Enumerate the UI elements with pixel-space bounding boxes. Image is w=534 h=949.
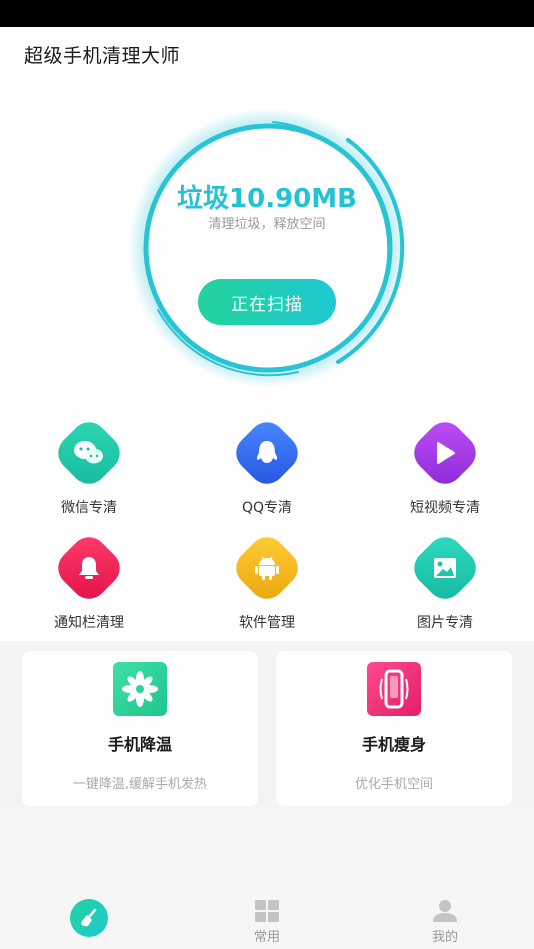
qq-penguin-icon [256, 441, 278, 463]
app-header: 超级手机清理大师 [0, 27, 534, 79]
play-icon [437, 442, 455, 464]
feature-label: 短视频专清 [410, 500, 480, 516]
tab-clean[interactable] [0, 885, 178, 949]
tab-label: 常用 [253, 930, 280, 945]
feature-label: 图片专清 [417, 615, 473, 631]
feature-icon-bg [228, 414, 306, 492]
tab-common[interactable]: 常用 [178, 885, 356, 949]
feature-icon-bg [406, 529, 484, 607]
bell-icon [79, 557, 99, 579]
junk-subtitle: 清理垃圾，释放空间 [208, 217, 326, 232]
feature-wechat[interactable]: 微信专清 [0, 414, 178, 530]
feature-label: QQ专清 [241, 500, 293, 516]
tab-mine[interactable]: 我的 [356, 885, 534, 949]
feature-icon-bg [50, 414, 128, 492]
wechat-icon [74, 441, 103, 464]
feature-icon-bg [406, 414, 484, 492]
feature-grid: 微信专清 QQ专清 短视频专清 通知栏清理 软件管理 图片专清 [0, 414, 534, 640]
snowflake-icon [122, 671, 158, 707]
phone-slim-icon [379, 669, 409, 709]
tab-icon-bg [70, 899, 108, 937]
card-phone-slim[interactable]: 手机瘦身 优化手机空间 [276, 651, 512, 806]
card-icon-bg [113, 662, 167, 716]
feature-label: 软件管理 [239, 615, 295, 631]
feature-qq[interactable]: QQ专清 [178, 414, 356, 530]
scan-ring-graphic [128, 110, 408, 388]
feature-app-manager[interactable]: 软件管理 [178, 529, 356, 645]
feature-icon-bg [50, 529, 128, 607]
card-phone-cooling[interactable]: 手机降温 一键降温,缓解手机发热 [22, 651, 258, 806]
user-icon [433, 900, 457, 922]
feature-label: 通知栏清理 [54, 615, 124, 631]
feature-short-video[interactable]: 短视频专清 [356, 414, 534, 530]
card-description: 优化手机空间 [354, 777, 433, 792]
card-title: 手机瘦身 [361, 735, 426, 754]
broom-icon [81, 908, 97, 927]
scan-area: 垃圾10.90MB 清理垃圾，释放空间 正在扫描 [0, 80, 534, 410]
feature-image-clean[interactable]: 图片专清 [356, 529, 534, 645]
feature-icon-bg [228, 529, 306, 607]
tab-label: 我的 [431, 930, 458, 945]
card-description: 一键降温,缓解手机发热 [72, 777, 208, 792]
junk-size-label: 垃圾10.90MB [177, 184, 357, 214]
grid-icon [255, 900, 279, 922]
feature-label: 微信专清 [61, 500, 117, 516]
image-icon [434, 558, 456, 578]
card-icon-bg [367, 662, 421, 716]
feature-notification[interactable]: 通知栏清理 [0, 529, 178, 645]
app-title: 超级手机清理大师 [24, 45, 181, 67]
scan-button[interactable]: 正在扫描 [198, 279, 336, 325]
bottom-tab-bar: 常用 我的 [0, 885, 534, 949]
android-icon [255, 556, 279, 580]
card-title: 手机降温 [107, 735, 172, 754]
tool-card-area: 手机降温 一键降温,缓解手机发热 手机瘦身 优化手机空间 [0, 641, 534, 807]
status-bar [0, 0, 534, 27]
